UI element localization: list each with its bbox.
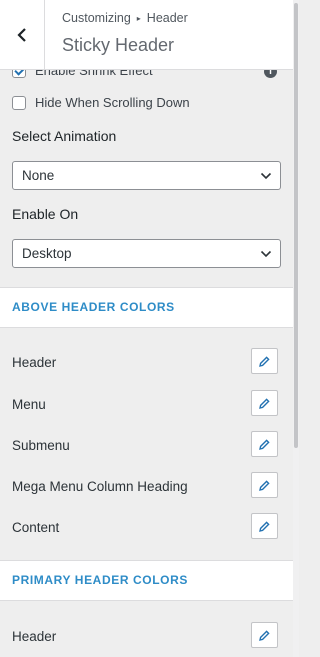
color-row-submenu: Submenu (12, 431, 281, 459)
color-label: Menu (12, 397, 46, 412)
scrollbar-thumb[interactable] (294, 3, 298, 448)
color-row-menu: Menu (12, 390, 281, 418)
color-picker-button[interactable] (251, 513, 278, 539)
back-button[interactable] (0, 0, 45, 69)
pencil-icon (259, 397, 270, 409)
scrollbar[interactable] (293, 0, 299, 657)
pencil-icon (259, 355, 270, 367)
enable-on-value: Desktop (22, 246, 72, 261)
chevron-down-icon (260, 250, 272, 258)
select-animation-label: Select Animation (12, 128, 117, 144)
above-header-colors-title: ABOVE HEADER COLORS (12, 300, 175, 314)
enable-on-label: Enable On (12, 206, 79, 222)
color-row-header: Header (12, 348, 281, 376)
above-header-colors-section: ABOVE HEADER COLORS (0, 287, 293, 328)
color-label: Mega Menu Column Heading (12, 479, 188, 494)
primary-header-colors-section: PRIMARY HEADER COLORS (0, 560, 293, 601)
chevron-down-icon (260, 172, 272, 180)
color-row-primary-header: Header (12, 622, 281, 650)
panel-header: Customizing ▸ Header Sticky Header (0, 0, 293, 70)
hide-when-scrolling-label: Hide When Scrolling Down (35, 95, 190, 110)
color-label: Header (12, 629, 57, 644)
color-row-mega-menu-column-heading: Mega Menu Column Heading (12, 472, 281, 500)
color-label: Content (12, 520, 60, 535)
color-picker-button[interactable] (251, 348, 278, 374)
hide-when-scrolling-checkbox[interactable] (12, 95, 26, 110)
color-label: Header (12, 355, 57, 370)
breadcrumb-root: Customizing (62, 11, 131, 25)
color-picker-button[interactable] (251, 390, 278, 416)
select-animation-value: None (22, 168, 55, 183)
color-picker-button[interactable] (251, 431, 278, 457)
primary-header-colors-title: PRIMARY HEADER COLORS (12, 573, 188, 587)
panel-title: Sticky Header (62, 35, 175, 55)
color-picker-button[interactable] (251, 472, 278, 498)
color-picker-button[interactable] (251, 622, 278, 648)
pencil-icon (259, 479, 270, 491)
breadcrumb-separator: ▸ (136, 14, 141, 23)
pencil-icon (259, 438, 270, 450)
color-label: Submenu (12, 438, 70, 453)
breadcrumb-current: Header (146, 11, 188, 25)
hide-when-scrolling-option[interactable]: Hide When Scrolling Down (12, 95, 190, 110)
color-row-content: Content (12, 513, 281, 541)
pencil-icon (259, 629, 270, 641)
select-animation-dropdown[interactable]: None (12, 161, 281, 190)
pencil-icon (259, 520, 270, 532)
chevron-left-icon (17, 27, 26, 42)
breadcrumb: Customizing ▸ Header (62, 11, 188, 25)
enable-on-dropdown[interactable]: Desktop (12, 239, 281, 268)
